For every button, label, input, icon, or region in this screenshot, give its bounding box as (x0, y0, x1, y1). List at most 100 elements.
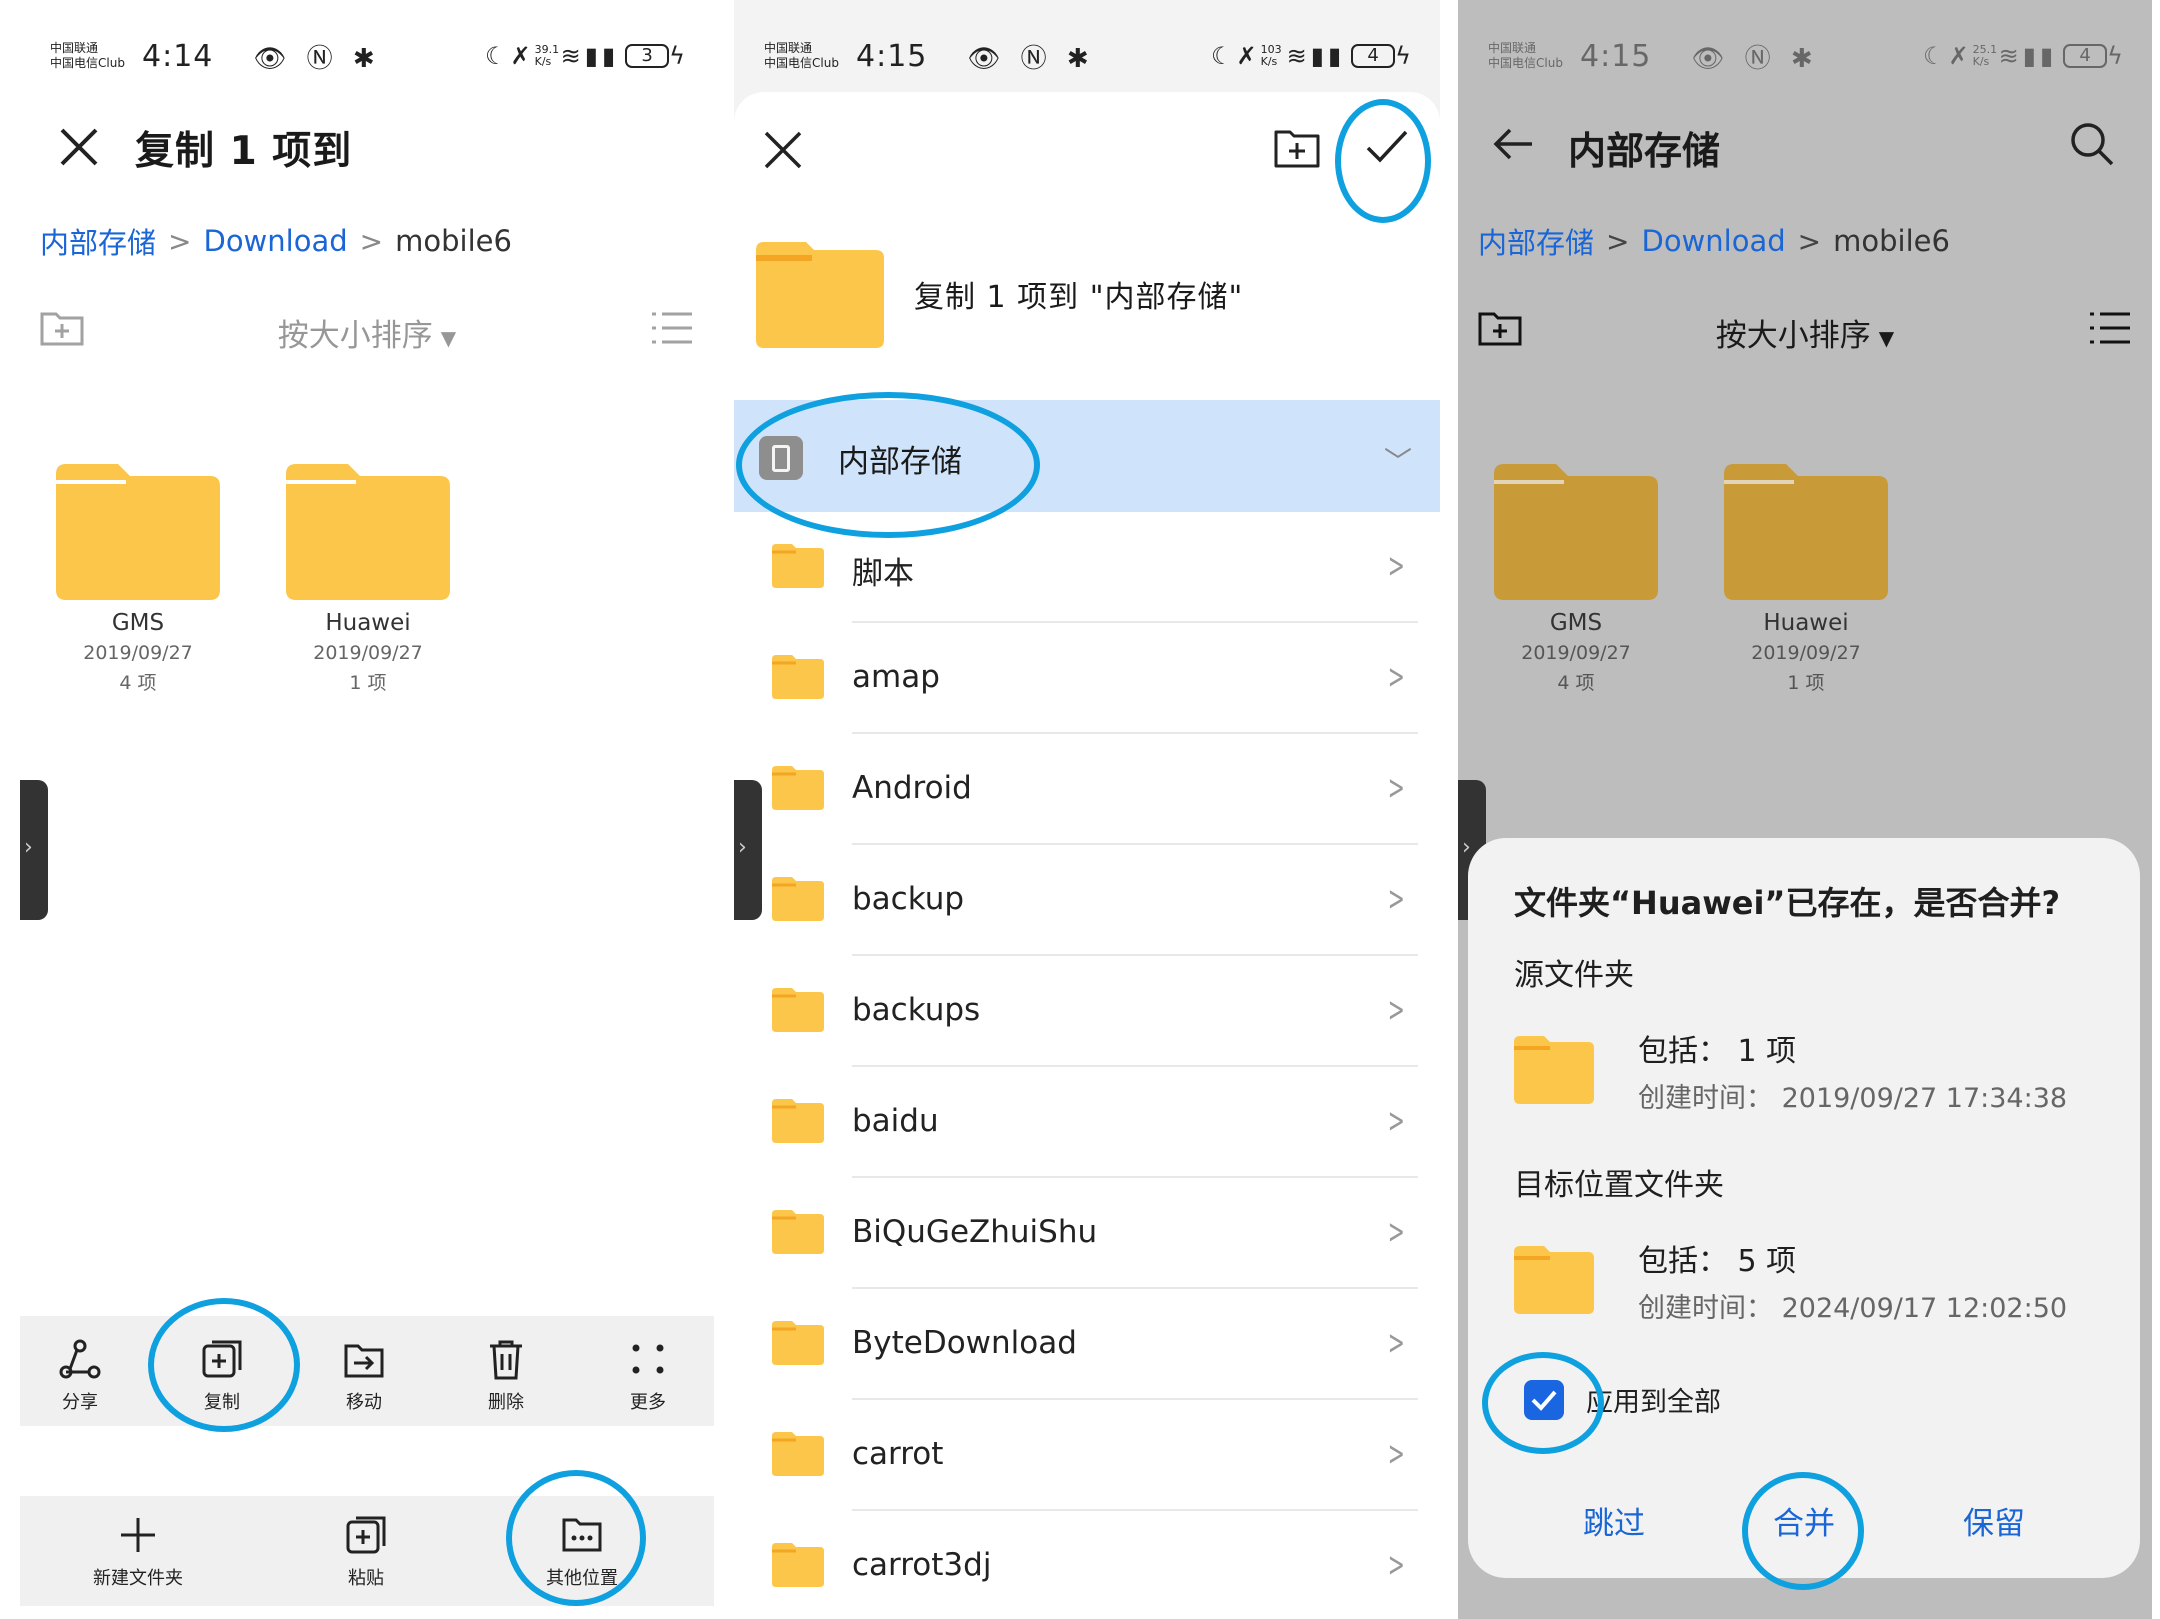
chevron-down-icon[interactable]: ﹀ (1384, 440, 1412, 480)
battery-icon: 3 (625, 44, 670, 68)
paste-button[interactable]: 粘贴 (306, 1514, 426, 1590)
chevron-right-icon: › (738, 835, 747, 860)
sort-dropdown[interactable]: 按大小排序 ▼ (1458, 310, 2152, 355)
status-right-icons: ☾ ✗ 103 K/s ≋ ▮▮ 4 ϟ (1211, 42, 1415, 70)
chevron-right-icon: > (1387, 1212, 1405, 1252)
folder-icon (756, 242, 884, 348)
search-icon[interactable] (2068, 120, 2116, 168)
root-storage-label: 内部存储 (838, 444, 962, 480)
folder-row[interactable]: 脚本 > (734, 512, 1440, 623)
folder-count: 4 项 (1557, 672, 1595, 694)
share-button[interactable]: 分享 (20, 1338, 140, 1414)
root-storage-row[interactable]: 内部存储 ﹀ (734, 400, 1440, 512)
wifi-icon: ≋ (1286, 42, 1311, 70)
folder-name: backups (852, 992, 981, 1028)
other-location-button[interactable]: 其他位置 (512, 1514, 652, 1590)
toolbar: 按大小排序 ▼ (1458, 300, 2152, 360)
carrier-line1: 中国联通 (1488, 41, 1537, 55)
copy-destination-text: 复制 1 项到 "内部存储" (914, 280, 1244, 315)
folder-row[interactable]: backups > (734, 956, 1440, 1067)
breadcrumb-current: mobile6 (1833, 224, 1950, 258)
carrier-info: 中国联通 中国电信Club (50, 41, 142, 71)
carrier-line2: 中国电信Club (50, 56, 125, 70)
folder-row[interactable]: carrot > (734, 1400, 1440, 1511)
status-left-icons: 👁 Ⓝ ✱ (1691, 43, 1819, 74)
merge-button[interactable]: 合并 (1734, 1498, 1874, 1543)
folder-count: 4 项 (119, 672, 157, 694)
folder-row[interactable]: ByteDownload > (734, 1289, 1440, 1400)
carrier-line1: 中国联通 (764, 41, 813, 55)
source-include: 包括： 1 项 (1638, 1034, 1797, 1069)
folder-name: baidu (852, 1103, 939, 1139)
signal-icon: ▮▮ (1310, 42, 1346, 70)
folder-row[interactable]: backup > (734, 845, 1440, 956)
dialog-title: 文件夹“Huawei”已存在，是否合并? (1514, 884, 2061, 922)
delete-icon (490, 1340, 522, 1380)
apply-all-label[interactable]: 应用到全部 (1586, 1380, 1721, 1419)
list-view-icon[interactable] (650, 310, 694, 346)
folder-row[interactable]: BiQuGeZhuiShu > (734, 1178, 1440, 1289)
list-view-icon[interactable] (2088, 310, 2132, 346)
skip-button[interactable]: 跳过 (1544, 1498, 1684, 1543)
new-folder-button[interactable]: 新建文件夹 (58, 1514, 218, 1590)
caret-down-icon: ▼ (440, 325, 457, 350)
mute-icon: ✗ (1236, 42, 1261, 70)
paste-icon (346, 1516, 386, 1554)
confirm-check-icon[interactable] (1362, 122, 1412, 172)
folder-item[interactable]: GMS 2019/09/27 4 项 (1486, 462, 1666, 696)
more-icon (632, 1344, 664, 1374)
folder-item[interactable]: GMS 2019/09/27 4 项 (48, 462, 228, 696)
folder-icon (772, 877, 824, 921)
move-button[interactable]: 移动 (304, 1338, 424, 1414)
chevron-right-icon: › (1462, 835, 1471, 860)
folder-date: 2019/09/27 (1521, 642, 1631, 664)
new-folder-icon[interactable] (1272, 126, 1322, 172)
breadcrumb: 内部存储 > Download > mobile6 (40, 220, 512, 262)
folder-row[interactable]: baidu > (734, 1067, 1440, 1178)
side-drawer-handle[interactable]: › (734, 780, 762, 920)
breadcrumb-root[interactable]: 内部存储 (1478, 220, 1594, 262)
folder-name: ByteDownload (852, 1325, 1077, 1361)
breadcrumb-download[interactable]: Download (203, 224, 347, 258)
folder-row[interactable]: amap > (734, 623, 1440, 734)
folder-row[interactable]: Android > (734, 734, 1440, 845)
moon-icon: ☾ (1923, 42, 1949, 70)
folder-date: 2019/09/27 (313, 642, 423, 664)
breadcrumb: 内部存储 > Download > mobile6 (1478, 220, 1950, 262)
folder-icon (1494, 464, 1658, 600)
carrier-line2: 中国电信Club (1488, 56, 1563, 70)
folder-item[interactable]: Huawei 2019/09/27 1 项 (278, 462, 458, 696)
keep-button[interactable]: 保留 (1924, 1498, 2064, 1543)
page-title: 内部存储 (1568, 129, 1721, 173)
apply-all-checkbox[interactable] (1524, 1380, 1564, 1420)
sort-dropdown[interactable]: 按大小排序 ▼ (20, 310, 714, 355)
delete-button[interactable]: 删除 (446, 1338, 566, 1414)
breadcrumb-root[interactable]: 内部存储 (40, 220, 156, 262)
more-button[interactable]: 更多 (588, 1338, 708, 1414)
folder-icon (772, 544, 824, 588)
net-speed: 25.1 K/s (1972, 43, 1998, 68)
source-folder-label: 源文件夹 (1514, 958, 1634, 993)
panel-choose-destination: 中国联通 中国电信Club 4:15 👁 Ⓝ ✱ ☾ ✗ 103 K/s ≋ ▮▮… (734, 0, 1440, 1619)
breadcrumb-download[interactable]: Download (1641, 224, 1785, 258)
move-icon (344, 1344, 384, 1378)
copy-button[interactable]: 复制 (162, 1338, 282, 1414)
moon-icon: ☾ (485, 42, 511, 70)
chevron-right-icon: > (359, 224, 384, 258)
folder-icon (1724, 464, 1888, 600)
folder-icon (772, 655, 824, 699)
folder-icon (1514, 1036, 1594, 1104)
back-arrow-icon[interactable] (1490, 120, 1538, 168)
side-drawer-handle[interactable]: › (20, 780, 48, 920)
folder-date: 2019/09/27 (1751, 642, 1861, 664)
close-icon[interactable] (54, 122, 104, 172)
chevron-right-icon: > (1387, 657, 1405, 697)
charging-icon: ϟ (669, 42, 689, 70)
chevron-right-icon: > (168, 224, 192, 258)
folder-row[interactable]: carrot3dj > (734, 1511, 1440, 1619)
folder-item[interactable]: Huawei 2019/09/27 1 项 (1716, 462, 1896, 696)
charging-icon: ϟ (1395, 42, 1415, 70)
source-time: 创建时间： 2019/09/27 17:34:38 (1638, 1083, 2068, 1114)
status-bar: 中国联通 中国电信Club 4:14 👁 Ⓝ ✱ ☾ ✗ 39.1 K/s ≋ ▮… (20, 30, 714, 82)
close-icon[interactable] (760, 127, 806, 173)
